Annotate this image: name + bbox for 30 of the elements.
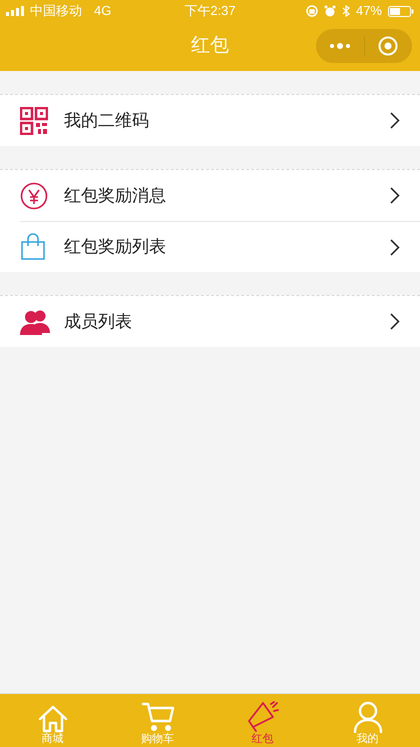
qr-code-icon xyxy=(20,106,48,134)
menu-item-label: 成员列表 xyxy=(64,310,133,333)
signal-icon xyxy=(6,6,26,16)
alarm-icon xyxy=(324,5,336,17)
user-icon xyxy=(352,701,382,733)
network-type: 4G xyxy=(94,2,112,20)
menu-item[interactable]: 红包奖励消息 xyxy=(20,170,420,221)
people-icon xyxy=(20,308,50,334)
menu-item[interactable]: 红包奖励列表 xyxy=(20,221,420,272)
chevron-right-icon xyxy=(390,238,400,256)
status-time: 下午2:37 xyxy=(183,2,237,20)
chevron-right-icon xyxy=(390,112,400,129)
shopping-bag-icon xyxy=(20,233,46,261)
yen-icon xyxy=(20,182,48,210)
cart-icon xyxy=(140,701,174,733)
page-title: 红包 xyxy=(191,34,229,58)
menu-item-label: 红包奖励列表 xyxy=(64,236,167,258)
megaphone-icon xyxy=(246,701,280,733)
bluetooth-icon xyxy=(342,5,350,17)
battery-percent: 47% xyxy=(356,2,382,20)
chevron-right-icon xyxy=(390,187,400,204)
carrier-name: 中国移动 xyxy=(30,2,82,20)
target-icon xyxy=(378,36,398,56)
chevron-right-icon xyxy=(390,313,400,330)
home-icon xyxy=(36,705,68,733)
menu-item-label: 我的二维码 xyxy=(64,110,150,132)
more-icon xyxy=(328,43,351,49)
battery-icon xyxy=(388,6,414,16)
menu-item-label: 红包奖励消息 xyxy=(64,184,167,207)
lock-rotation-icon xyxy=(306,5,318,17)
